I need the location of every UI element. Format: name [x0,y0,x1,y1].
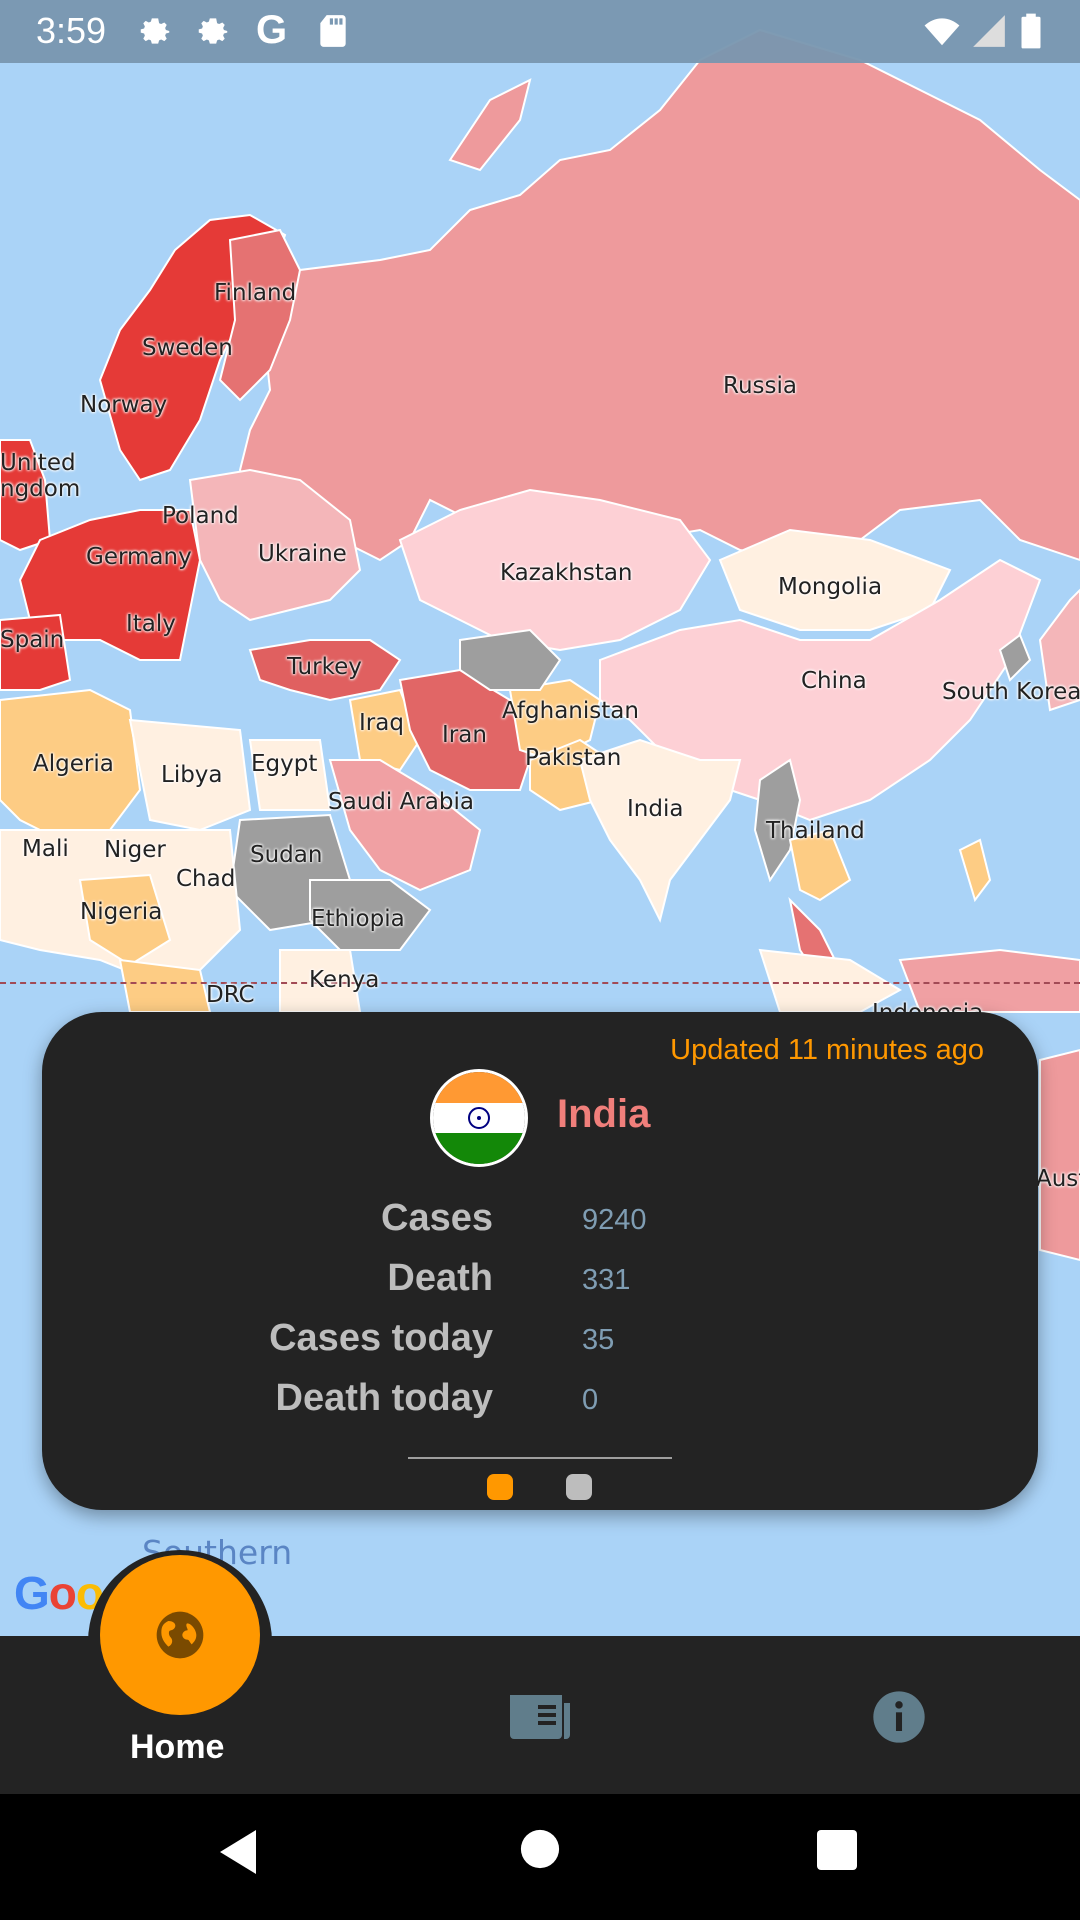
stat-value-death: 331 [582,1264,631,1296]
stat-label-cases-today: Cases today [269,1317,493,1359]
label-russia: Russia [723,373,797,399]
label-niger: Niger [104,837,166,863]
label-afghanistan: Afghanistan [502,698,639,724]
label-ethiopia: Ethiopia [311,906,405,932]
stat-label-death: Death [387,1257,493,1299]
stat-label-death-today: Death today [275,1377,493,1419]
nav-label-home[interactable]: Home [130,1728,224,1767]
home-nav-button[interactable] [100,1555,260,1715]
country-russia [238,28,1080,562]
google-logo: Goo [14,1567,104,1619]
country-name: India [557,1092,651,1136]
back-icon[interactable] [216,1828,260,1876]
updated-text: Updated 11 minutes ago [670,1034,984,1066]
label-india: India [627,796,684,822]
label-finland: Finland [214,280,297,306]
label-germany: Germany [86,544,192,570]
country-info-card[interactable]: Updated 11 minutes ago India Cases 9240 … [42,1012,1038,1510]
label-algeria: Algeria [33,751,114,777]
label-china: China [801,668,867,694]
label-united-kingdom-2: ngdom [0,476,81,502]
label-poland: Poland [162,503,239,529]
label-sweden: Sweden [142,335,233,361]
label-saudi-arabia: Saudi Arabia [328,789,474,815]
gear-icon [198,18,228,44]
status-time: 3:59 [36,10,107,51]
india-flag-icon [430,1069,528,1167]
country-australia [1039,1048,1080,1262]
label-united-kingdom-1: United [0,450,76,476]
stat-label-cases: Cases [381,1197,493,1239]
label-australia: Austra [1036,1166,1080,1192]
page-indicator-dot-active[interactable] [487,1474,513,1500]
label-spain: Spain [0,627,65,653]
battery-icon [1021,13,1041,49]
label-libya: Libya [161,762,223,788]
wifi-icon [924,18,960,46]
gear-icon [140,18,170,44]
label-norway: Norway [80,392,168,418]
label-iran: Iran [442,722,487,748]
stat-value-cases: 9240 [582,1204,647,1236]
label-thailand: Thailand [766,818,865,844]
globe-icon [156,1611,204,1659]
news-icon[interactable] [510,1693,570,1739]
signal-icon [973,15,1005,47]
label-south-korea: South Korea [942,679,1080,705]
label-chad: Chad [176,866,236,892]
page-indicator-dot[interactable] [566,1474,592,1500]
label-kazakhstan: Kazakhstan [500,560,633,586]
system-navigation-bar [0,1794,1080,1920]
label-kenya: Kenya [309,967,380,993]
status-bar: 3:59 G [0,0,1080,63]
label-mali: Mali [22,836,69,862]
label-nigeria: Nigeria [80,899,163,925]
label-iraq: Iraq [359,710,404,736]
stat-value-death-today: 0 [582,1384,599,1416]
recents-icon[interactable] [817,1830,857,1870]
label-sudan: Sudan [250,842,323,868]
info-icon[interactable] [871,1689,927,1745]
label-drc: DRC [206,982,255,1008]
label-pakistan: Pakistan [525,745,622,771]
stat-value-cases-today: 35 [582,1324,615,1356]
card-divider [408,1457,672,1459]
label-italy: Italy [126,611,176,637]
label-egypt: Egypt [251,751,318,777]
label-turkey: Turkey [287,654,362,680]
label-ukraine: Ukraine [258,541,347,567]
equator-line [0,982,1080,984]
google-icon: G [256,8,288,52]
home-circle-icon[interactable] [519,1828,561,1870]
label-mongolia: Mongolia [778,574,883,600]
sd-card-icon [320,15,346,47]
